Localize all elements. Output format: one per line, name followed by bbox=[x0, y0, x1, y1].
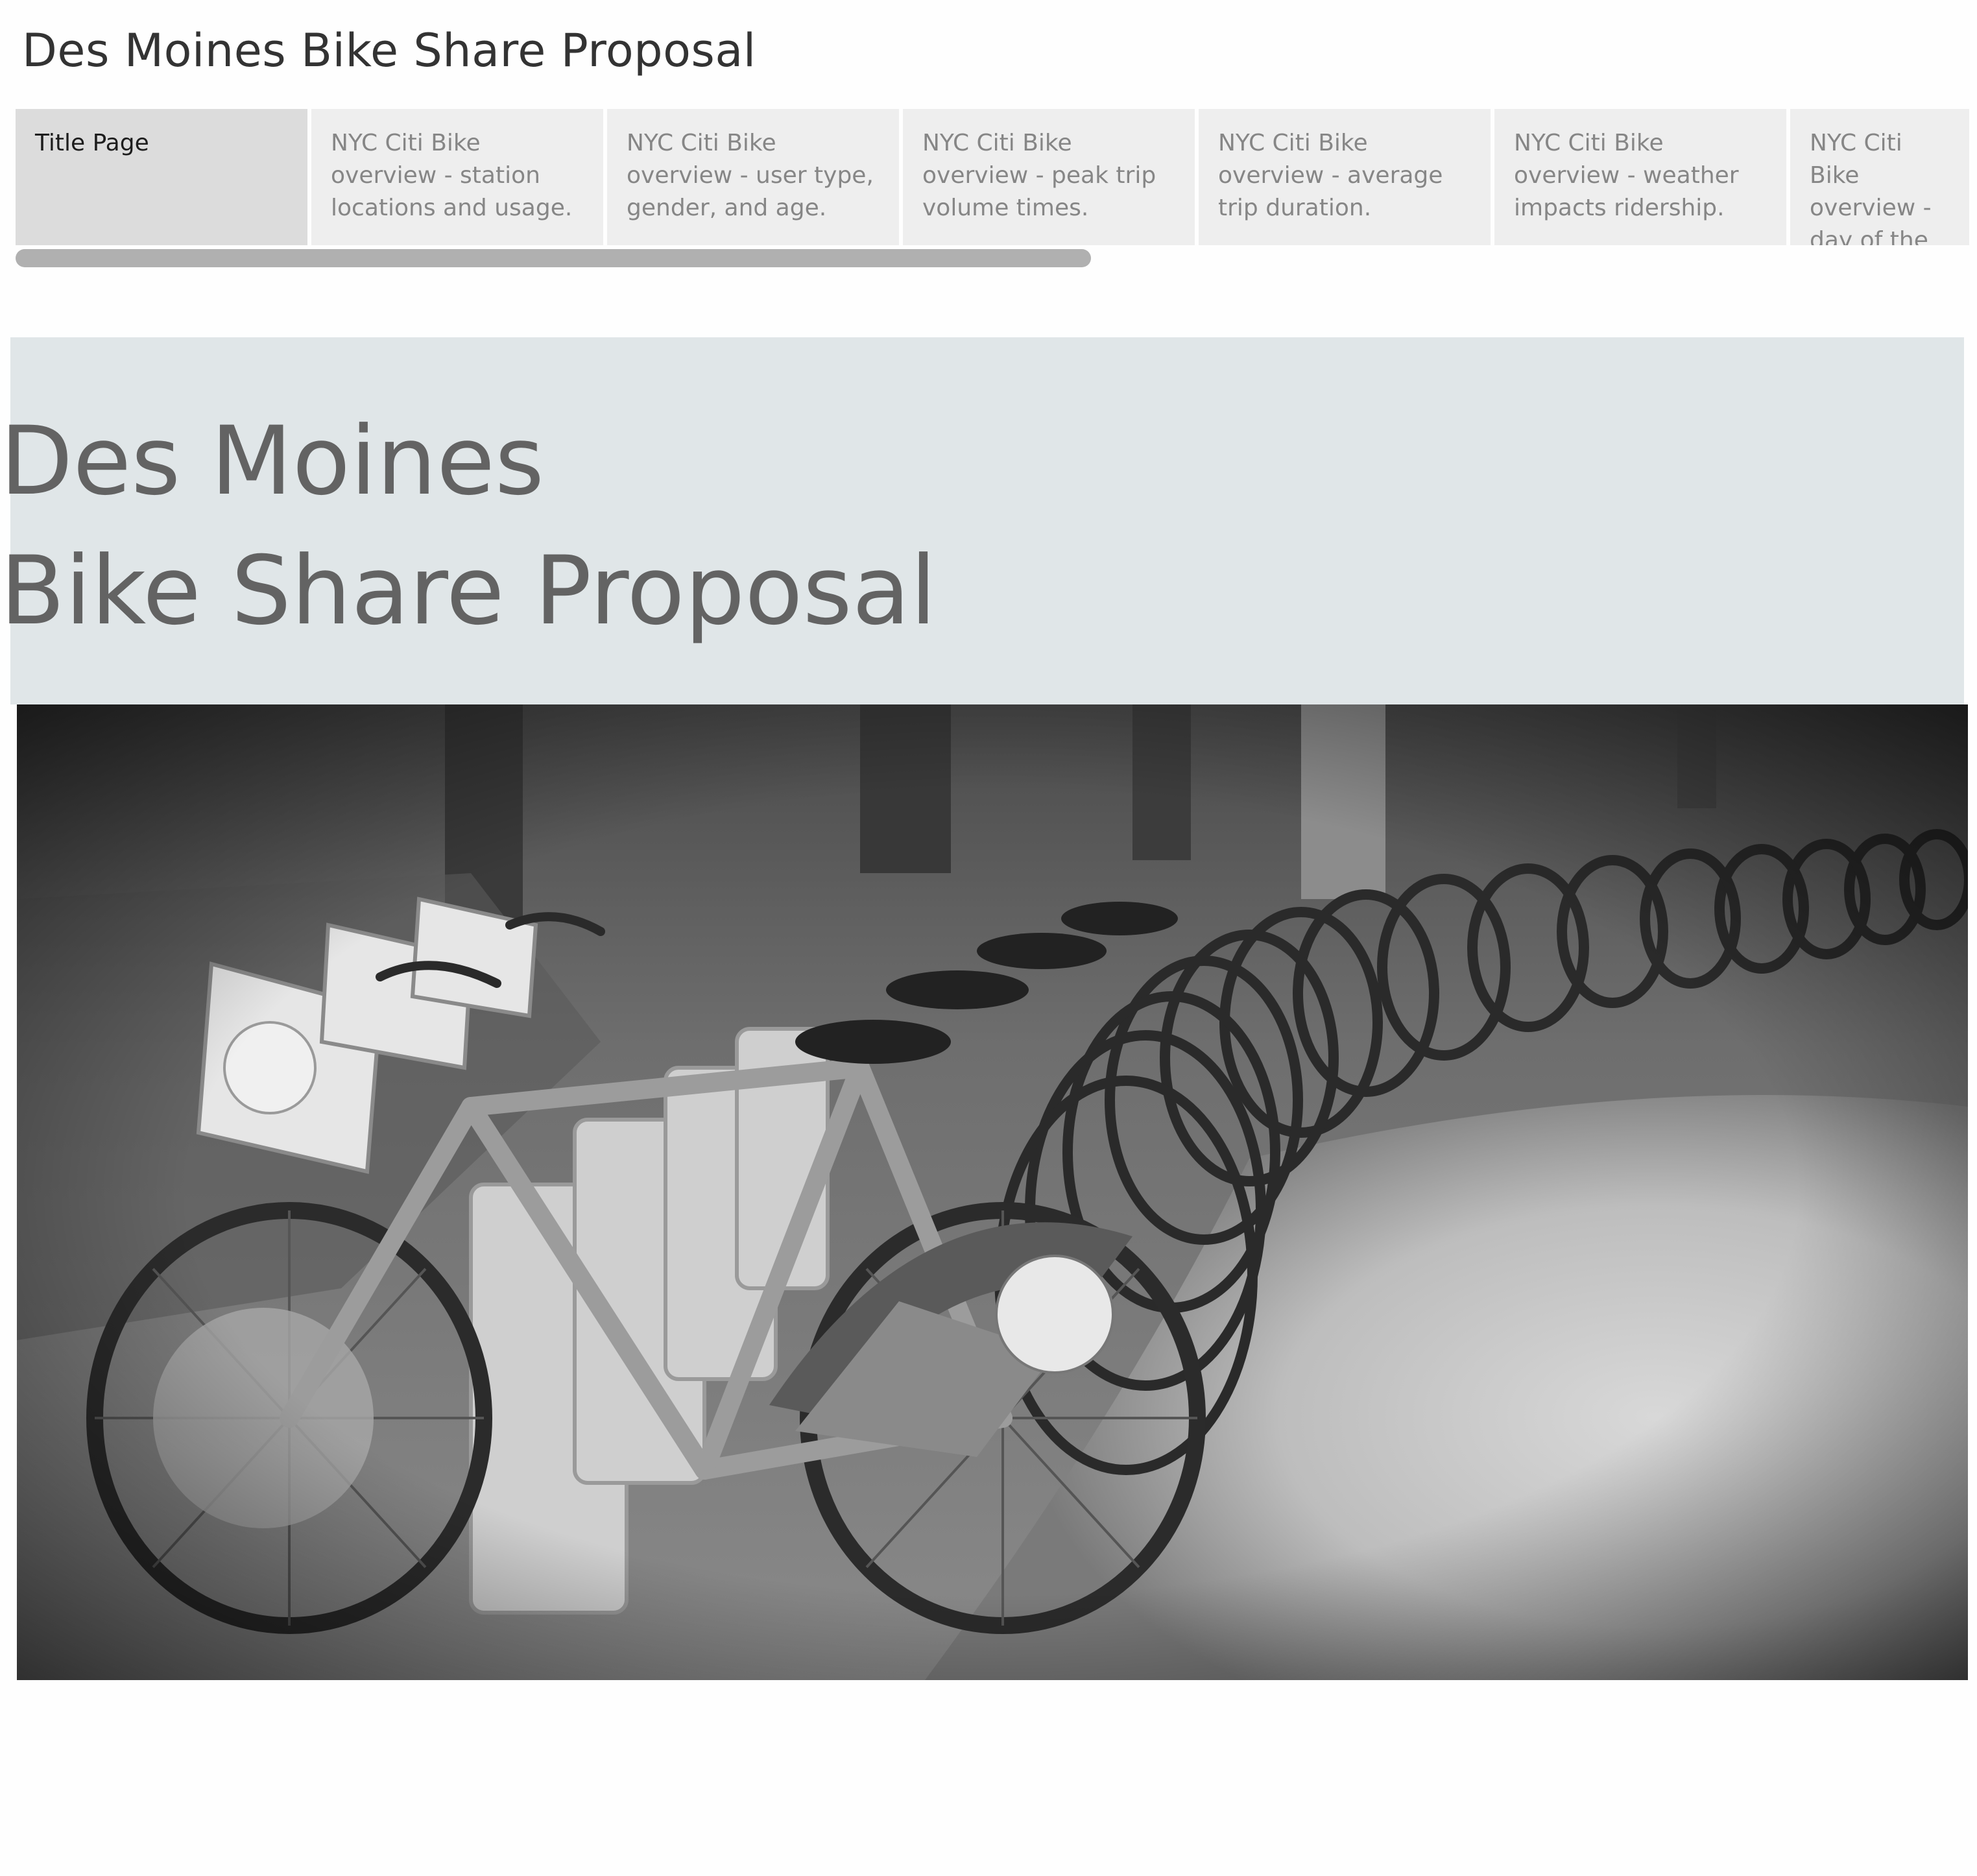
tab-label: NYC Citi Bike overview - peak trip volum… bbox=[922, 130, 1156, 221]
tab-title-page[interactable]: Title Page bbox=[16, 109, 307, 245]
tab-scrollbar-thumb[interactable] bbox=[16, 249, 1091, 267]
tab-scrollbar[interactable] bbox=[16, 249, 1969, 267]
tab-label: NYC Citi Bike overview - average trip du… bbox=[1218, 130, 1443, 221]
bike-share-photo bbox=[17, 704, 1968, 1680]
tab-label: NYC Citi Bike overview - weather impacts… bbox=[1514, 130, 1739, 221]
tab-average-trip-duration[interactable]: NYC Citi Bike overview - average trip du… bbox=[1199, 109, 1491, 245]
tab-label: NYC Citi Bike overview - station locatio… bbox=[331, 130, 573, 221]
tab-user-type[interactable]: NYC Citi Bike overview - user type, gend… bbox=[607, 109, 899, 245]
tab-station-locations[interactable]: NYC Citi Bike overview - station locatio… bbox=[311, 109, 603, 245]
tab-label: NYC Citi Bike overview - day of the w.. bbox=[1810, 130, 1932, 245]
tab-label: NYC Citi Bike overview - user type, gend… bbox=[627, 130, 874, 221]
hero-title-line-2: Bike Share Proposal bbox=[0, 536, 937, 646]
tab-label: Title Page bbox=[35, 130, 149, 156]
hero-title-line-1: Des Moines bbox=[0, 406, 545, 516]
tab-weather-impacts[interactable]: NYC Citi Bike overview - weather impacts… bbox=[1494, 109, 1786, 245]
tab-peak-trip-volume[interactable]: NYC Citi Bike overview - peak trip volum… bbox=[903, 109, 1195, 245]
page-title: Des Moines Bike Share Proposal bbox=[22, 24, 756, 77]
story-tab-strip: Title Page NYC Citi Bike overview - stat… bbox=[16, 109, 1969, 245]
tab-day-of-week[interactable]: NYC Citi Bike overview - day of the w.. bbox=[1790, 109, 1969, 245]
